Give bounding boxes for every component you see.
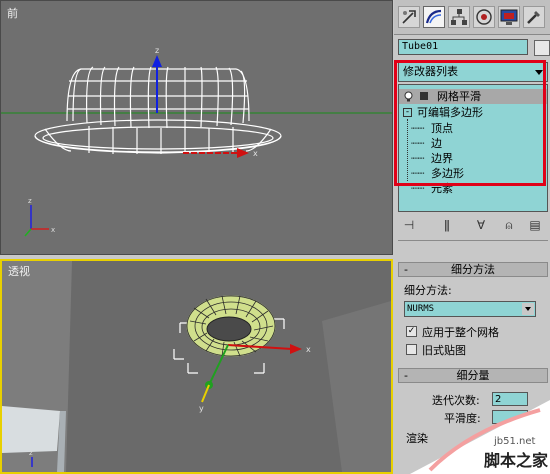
subdivision-method-select[interactable]: NURMS <box>404 301 536 317</box>
gizmo-x-label: x <box>306 345 311 354</box>
old-style-mapping-label: 旧式贴图 <box>422 344 466 357</box>
svg-text:z: z <box>28 197 32 205</box>
perspective-viewport[interactable]: x y z 透视 <box>0 259 393 474</box>
gizmo-y-label: y <box>199 404 204 413</box>
svg-text:x: x <box>51 226 55 234</box>
create-icon[interactable] <box>398 6 420 28</box>
subdivision-method-rollout-header[interactable]: - 细分方法 <box>398 262 548 277</box>
object-color-swatch[interactable] <box>534 40 550 56</box>
svg-text:z: z <box>29 449 33 457</box>
utilities-icon[interactable] <box>523 6 545 28</box>
axis-tripod: z x <box>24 197 55 237</box>
gizmo-z-label: z <box>155 46 159 55</box>
command-panel-tabs <box>394 0 550 35</box>
watermark-site: jb51.net <box>493 436 536 447</box>
show-end-result-icon[interactable]: ǁ <box>438 216 456 234</box>
rollout-title: 细分方法 <box>451 263 495 276</box>
viewport-label[interactable]: 透视 <box>8 263 30 279</box>
subdivision-method-label: 细分方法: <box>404 284 452 297</box>
apply-whole-mesh-checkbox[interactable]: ✓ <box>406 326 417 337</box>
motion-icon[interactable] <box>473 6 495 28</box>
front-viewport[interactable]: 前 z x z x <box>0 0 393 255</box>
apply-whole-mesh-label: 应用于整个网格 <box>422 326 499 339</box>
highlight-annotation-box <box>394 60 546 186</box>
chevron-down-icon <box>522 303 534 315</box>
display-icon[interactable] <box>498 6 520 28</box>
hierarchy-icon[interactable] <box>448 6 470 28</box>
gizmo-x-label: x <box>253 149 258 158</box>
perspective-scene: x y z <box>2 261 391 472</box>
watermark: jb51.net 脚本之家 <box>410 400 550 474</box>
make-unique-icon[interactable]: ∀ <box>472 216 490 234</box>
rollout-minus-icon: - <box>404 263 408 276</box>
modify-icon[interactable] <box>423 6 445 28</box>
object-name-field[interactable]: Tube01 <box>398 39 528 55</box>
stack-toolbar: ⊣ ǁ ∀ ⍝ ▤ <box>398 216 548 236</box>
watermark-name: 脚本之家 <box>484 451 549 470</box>
rollout-minus-icon: - <box>404 369 408 382</box>
pin-stack-icon[interactable]: ⊣ <box>400 216 418 234</box>
old-style-mapping-checkbox[interactable] <box>406 344 417 355</box>
front-wireframe: z x z x <box>1 46 392 237</box>
remove-modifier-icon[interactable]: ⍝ <box>500 216 518 234</box>
select-value: NURMS <box>407 304 435 314</box>
subdivision-amount-rollout-header[interactable]: - 细分量 <box>398 368 548 383</box>
rollout-title: 细分量 <box>456 369 490 382</box>
configure-sets-icon[interactable]: ▤ <box>526 216 544 234</box>
divider <box>398 240 548 241</box>
